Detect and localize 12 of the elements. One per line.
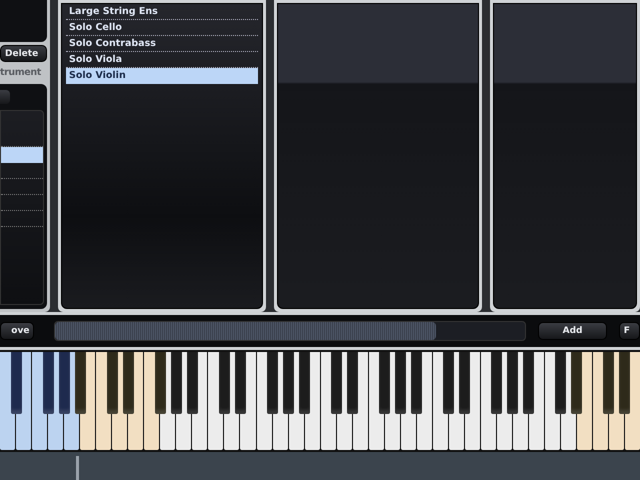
add-button[interactable]: Add	[538, 322, 607, 340]
remove-button[interactable]: ove	[0, 322, 34, 340]
instrument-item[interactable]: Solo Contrabass	[66, 36, 258, 52]
instrument-item[interactable]: Large String Ens	[66, 4, 258, 20]
delete-button[interactable]: Delete	[0, 45, 47, 62]
instrument-item[interactable]: Solo Cello	[66, 20, 258, 36]
instrument-item[interactable]: Solo Violin	[66, 68, 258, 84]
panel-background	[0, 0, 47, 42]
right-button[interactable]: F	[618, 322, 640, 340]
section-label: trument	[0, 66, 42, 80]
position-marker	[76, 456, 79, 480]
piano-keyboard-drawing[interactable]	[0, 350, 640, 452]
